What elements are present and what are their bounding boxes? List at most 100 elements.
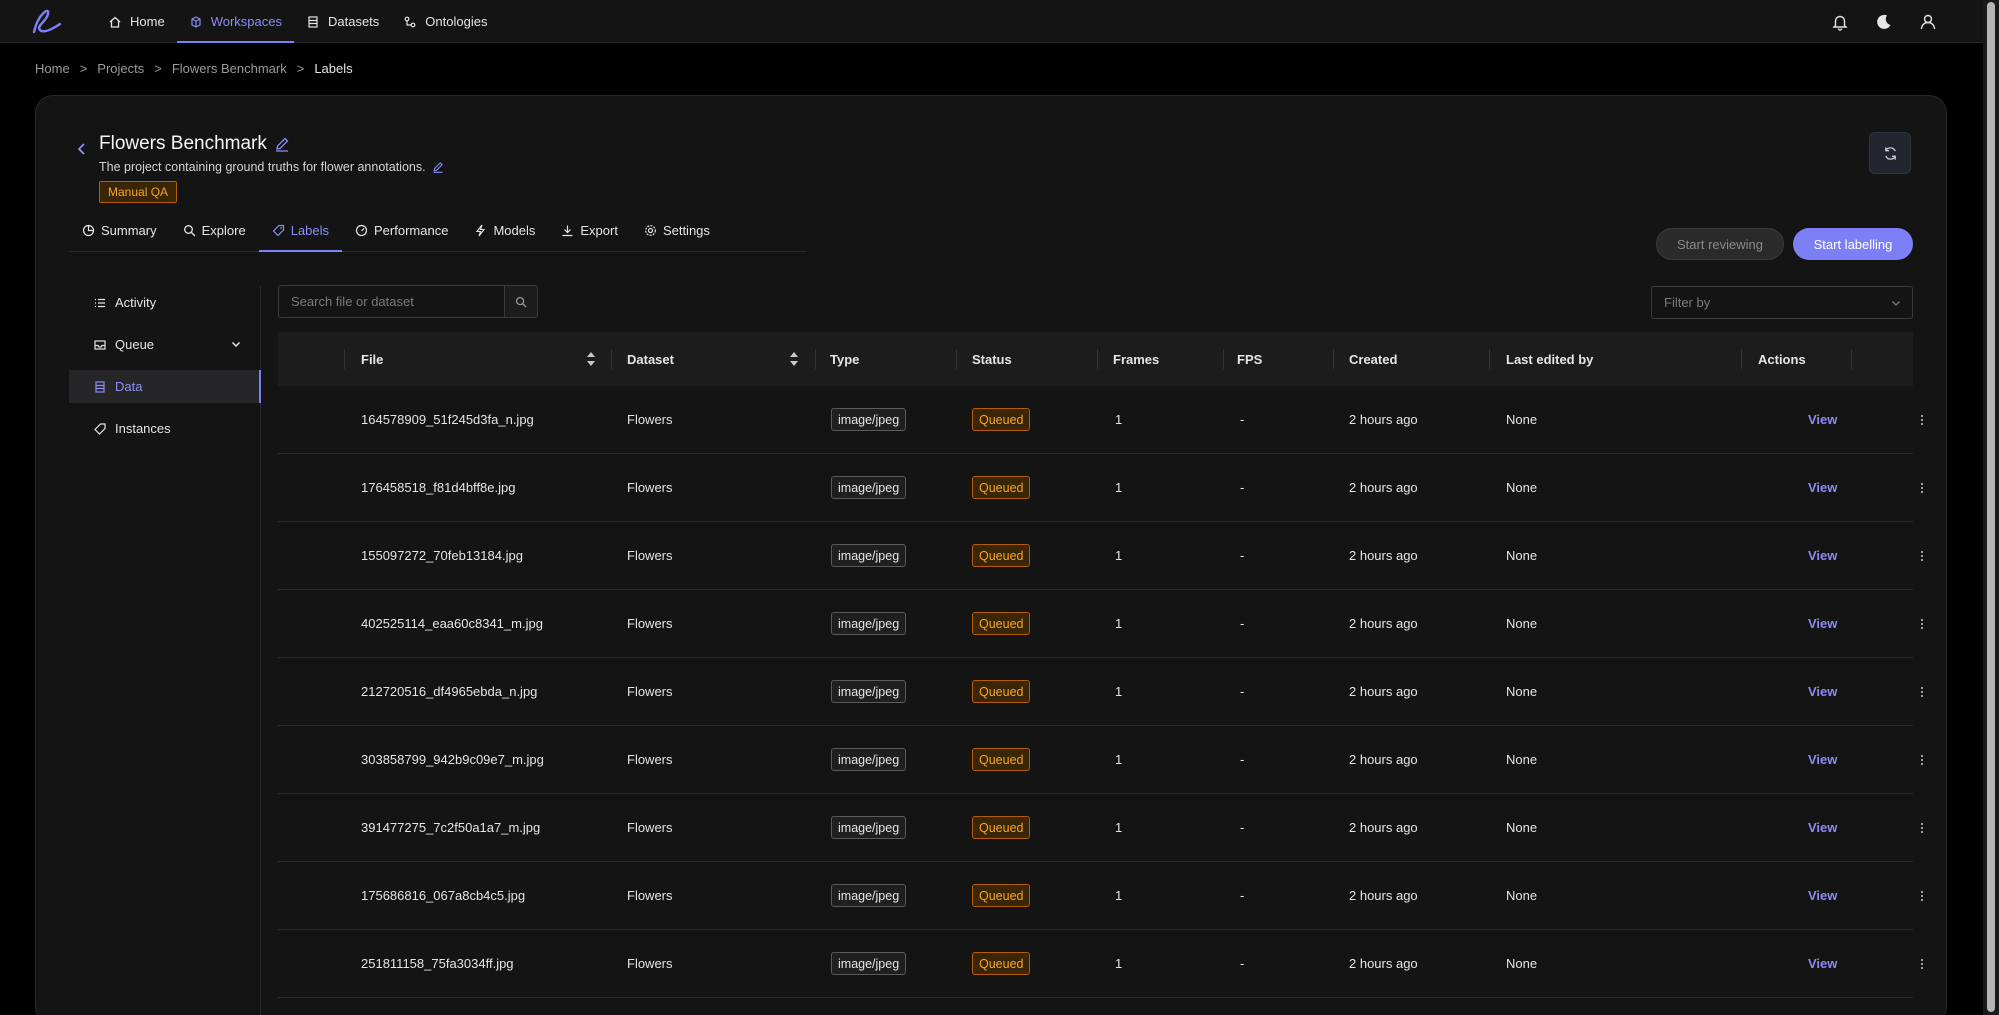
sidemenu-queue[interactable]: Queue <box>69 328 260 361</box>
project-panel: Flowers Benchmark The project containing… <box>35 95 1947 1015</box>
cell-fps: - <box>1240 684 1245 699</box>
column-file[interactable]: File <box>344 332 611 386</box>
logo-icon[interactable] <box>28 4 66 38</box>
row-menu[interactable] <box>1915 794 1929 861</box>
table-row[interactable]: 402525114_eaa60c8341_m.jpg Flowers image… <box>278 590 1924 658</box>
sort-icon[interactable] <box>586 351 596 367</box>
row-menu[interactable] <box>1915 726 1929 793</box>
status-badge: Queued <box>972 884 1031 907</box>
table-row[interactable]: 303858799_942b9c09e7_m.jpg Flowers image… <box>278 726 1924 794</box>
table-row[interactable]: 164578909_51f245d3fa_n.jpg Flowers image… <box>278 386 1924 454</box>
gauge-icon <box>355 224 368 237</box>
sidemenu-activity[interactable]: Activity <box>69 286 260 319</box>
table-row[interactable]: 391477275_7c2f50a1a7_m.jpg Flowers image… <box>278 794 1924 862</box>
edit-description-icon[interactable] <box>432 161 444 173</box>
search-button[interactable] <box>504 285 538 318</box>
table-row[interactable]: 212720516_df4965ebda_n.jpg Flowers image… <box>278 658 1924 726</box>
more-options-icon[interactable] <box>1915 957 1929 971</box>
sort-icon[interactable] <box>789 351 799 367</box>
top-navbar: Home Workspaces Datasets Ontologies <box>0 0 1983 43</box>
search-input[interactable] <box>278 285 504 318</box>
row-menu[interactable] <box>1915 522 1929 589</box>
more-options-icon[interactable] <box>1915 685 1929 699</box>
cell-fps: - <box>1240 548 1245 563</box>
table-row[interactable]: 251811158_75fa3034ff.jpg Flowers image/j… <box>278 930 1924 998</box>
table-row[interactable]: 155097272_70feb13184.jpg Flowers image/j… <box>278 522 1924 590</box>
breadcrumb-home[interactable]: Home <box>35 61 70 76</box>
tab-performance[interactable]: Performance <box>342 210 461 251</box>
edit-title-icon[interactable] <box>274 136 290 152</box>
breadcrumb-project[interactable]: Flowers Benchmark <box>172 61 287 76</box>
chevron-down-icon <box>1892 301 1900 306</box>
scrollbar-thumb[interactable] <box>1987 2 1995 1012</box>
row-menu[interactable] <box>1915 658 1929 725</box>
sidemenu-instances-label: Instances <box>115 421 171 436</box>
column-dataset[interactable]: Dataset <box>611 332 815 386</box>
table-row[interactable]: 175686816_067a8cb4c5.jpg Flowers image/j… <box>278 862 1924 930</box>
sidemenu-instances[interactable]: Instances <box>69 412 260 445</box>
list-icon <box>95 298 105 307</box>
column-actions: Actions <box>1741 332 1851 386</box>
view-link[interactable]: View <box>1808 930 1837 997</box>
cell-created: 2 hours ago <box>1349 684 1418 699</box>
tab-labels[interactable]: Labels <box>258 210 343 252</box>
cell-fps: - <box>1240 752 1245 767</box>
view-link[interactable]: View <box>1808 658 1837 725</box>
back-arrow-icon[interactable] <box>74 141 90 157</box>
filter-dropdown[interactable]: Filter by <box>1651 286 1913 319</box>
workflow-badge: Manual QA <box>99 181 178 203</box>
tab-explore[interactable]: Explore <box>170 210 259 251</box>
more-options-icon[interactable] <box>1915 821 1929 835</box>
start-labelling-button[interactable]: Start labelling <box>1793 228 1913 260</box>
row-menu[interactable] <box>1915 862 1929 929</box>
more-options-icon[interactable] <box>1915 481 1929 495</box>
column-fps: FPS <box>1223 332 1333 386</box>
more-options-icon[interactable] <box>1915 753 1929 767</box>
page-scrollbar[interactable] <box>1983 0 1999 1015</box>
cell-type: image/jpeg <box>831 726 907 793</box>
tab-export-label: Export <box>580 223 618 238</box>
tab-settings[interactable]: Settings <box>631 210 723 251</box>
view-link[interactable]: View <box>1808 590 1837 657</box>
breadcrumb-projects[interactable]: Projects <box>97 61 144 76</box>
view-link[interactable]: View <box>1808 794 1837 861</box>
type-chip: image/jpeg <box>831 408 907 431</box>
row-menu[interactable] <box>1915 590 1929 657</box>
tab-export[interactable]: Export <box>548 210 631 251</box>
project-description-text: The project containing ground truths for… <box>99 160 426 174</box>
row-menu[interactable] <box>1915 454 1929 521</box>
cell-frames: 1 <box>1115 616 1123 631</box>
view-link[interactable]: View <box>1808 862 1837 929</box>
more-options-icon[interactable] <box>1915 889 1929 903</box>
row-menu[interactable] <box>1915 386 1929 453</box>
refresh-button[interactable] <box>1869 132 1911 174</box>
cell-last-edited: None <box>1506 616 1538 631</box>
nav-home[interactable]: Home <box>96 0 177 43</box>
tab-explore-label: Explore <box>201 223 246 238</box>
tab-models[interactable]: Models <box>461 210 548 251</box>
table-row[interactable]: 176458518_f81d4bff8e.jpg Flowers image/j… <box>278 454 1924 522</box>
sidemenu-data[interactable]: Data <box>69 370 261 403</box>
cell-status: Queued <box>972 726 1031 793</box>
cell-frames: 1 <box>1115 956 1123 971</box>
nav-datasets[interactable]: Datasets <box>294 0 391 43</box>
row-menu[interactable] <box>1915 930 1929 997</box>
more-options-icon[interactable] <box>1915 413 1929 427</box>
more-options-icon[interactable] <box>1915 549 1929 563</box>
view-link[interactable]: View <box>1808 386 1837 453</box>
tab-summary[interactable]: Summary <box>69 210 170 251</box>
user-icon[interactable] <box>1919 13 1937 31</box>
moon-icon[interactable] <box>1875 13 1893 31</box>
start-reviewing-button[interactable]: Start reviewing <box>1656 228 1784 260</box>
view-link[interactable]: View <box>1808 522 1837 589</box>
chevron-down-icon[interactable] <box>230 338 242 350</box>
bell-icon[interactable] <box>1831 13 1849 31</box>
cell-fps: - <box>1240 820 1245 835</box>
view-link[interactable]: View <box>1808 726 1837 793</box>
nav-workspaces[interactable]: Workspaces <box>176 0 295 43</box>
view-link[interactable]: View <box>1808 454 1837 521</box>
type-chip: image/jpeg <box>831 748 907 771</box>
more-options-icon[interactable] <box>1915 617 1929 631</box>
data-table: File Dataset Type Status Frames FPS Crea… <box>278 332 1924 998</box>
nav-ontologies[interactable]: Ontologies <box>391 0 499 43</box>
